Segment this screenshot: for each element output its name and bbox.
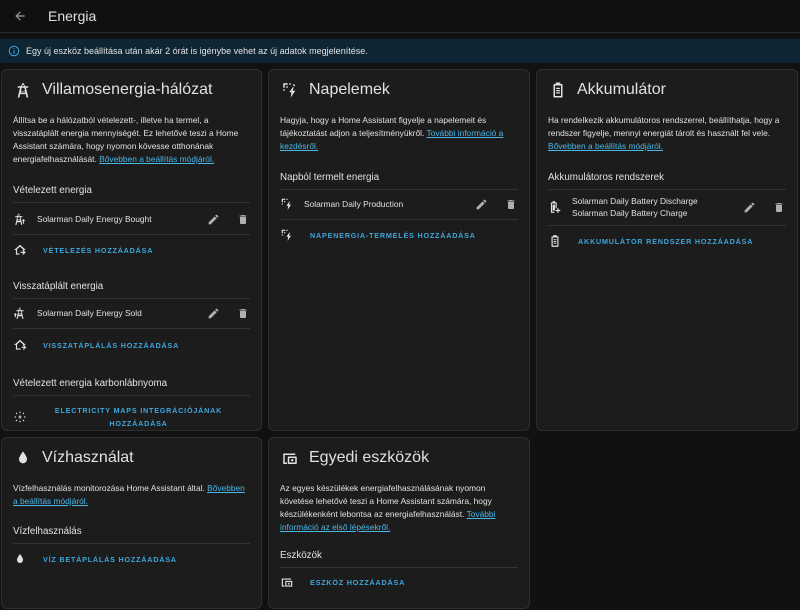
divider [548, 225, 786, 226]
info-icon [8, 45, 20, 57]
water-card: Vízhasználat Vízfelhasználás monitorozás… [1, 437, 262, 609]
grid-return-entity: Solarman Daily Energy Sold [37, 308, 142, 318]
divider [13, 202, 250, 203]
transmission-tower-import-icon [13, 212, 27, 226]
devices-description: Az egyes készülékek energiafelhasználásá… [269, 482, 529, 534]
solar-production-heading: Napból termelt energia [280, 172, 380, 183]
grid-return-row: Solarman Daily Energy Sold [2, 300, 261, 326]
devices-heading: Eszközök [280, 550, 322, 561]
add-device-button[interactable]: ESZKÖZ HOZZÁADÁSA [269, 569, 529, 595]
grid-return-heading: Visszatáplált energia [13, 281, 104, 292]
delete-icon[interactable] [236, 306, 250, 320]
solar-power-icon [280, 197, 294, 211]
devices-description-text: Az egyes készülékek energiafelhasználásá… [280, 483, 492, 519]
add-return-button[interactable]: VISSZATÁPLÁLÁS HOZZÁADÁSA [2, 332, 261, 358]
solar-production-entity: Solarman Daily Production [304, 199, 404, 209]
water-card-title: Vízhasználat [42, 449, 134, 466]
grid-learn-more-link[interactable]: Bővebben a beállítás módjáról. [99, 154, 214, 164]
battery-card: Akkumulátor Ha rendelkezik akkumulátoros… [536, 69, 798, 431]
transmission-tower-export-icon [13, 306, 27, 320]
devices-icon [281, 449, 299, 467]
solar-power-icon [280, 228, 294, 242]
divider [13, 395, 250, 396]
add-battery-label[interactable]: AKKUMULÁTOR RENDSZER HOZZÁADÁSA [578, 237, 753, 246]
add-carbon-label[interactable]: ELECTRICITY MAPS INTEGRÁCIÓJÁNAK HOZZÁAD… [27, 404, 250, 430]
battery-outline-icon [549, 81, 567, 99]
divider [13, 234, 250, 235]
add-battery-button[interactable]: AKKUMULÁTOR RENDSZER HOZZÁADÁSA [537, 228, 797, 254]
water-drop-icon [14, 449, 32, 467]
divider [13, 298, 250, 299]
delete-icon[interactable] [236, 212, 250, 226]
battery-outline-icon [548, 234, 562, 248]
pencil-icon[interactable] [742, 200, 756, 214]
carbon-dots-icon [13, 410, 27, 424]
page-title: Energia [48, 8, 97, 24]
transmission-tower-icon [14, 81, 32, 99]
water-usage-heading: Vízfelhasználás [13, 526, 82, 537]
battery-system-entities: Solarman Daily Battery Discharge Solarma… [572, 195, 726, 219]
home-export-icon [13, 338, 27, 352]
grid-consumption-heading: Vételezett energia [13, 185, 92, 196]
add-consumption-label[interactable]: VÉTELEZÉS HOZZÁADÁSA [43, 246, 153, 255]
water-description: Vízfelhasználás monitorozása Home Assist… [2, 482, 261, 508]
delete-icon[interactable] [772, 200, 786, 214]
battery-charging-icon [548, 200, 562, 214]
grid-consumption-row: Solarman Daily Energy Bought [2, 206, 261, 232]
battery-description: Ha rendelkezik akkumulátoros rendszerrel… [537, 114, 797, 153]
info-banner-text: Egy új eszköz beállítása után akár 2 órá… [26, 46, 368, 56]
pencil-icon[interactable] [474, 197, 488, 211]
add-water-label[interactable]: VÍZ BETÁPLÁLÁS HOZZÁADÁSA [43, 555, 177, 564]
solar-production-row: Solarman Daily Production [269, 191, 529, 217]
divider [280, 567, 518, 568]
divider [280, 219, 518, 220]
carbon-heading: Vételezett energia karbonlábnyoma [13, 378, 168, 389]
solar-power-icon [281, 81, 299, 99]
divider [280, 189, 518, 190]
add-device-label[interactable]: ESZKÖZ HOZZÁADÁSA [310, 578, 405, 587]
solar-description: Hagyja, hogy a Home Assistant figyelje a… [269, 114, 529, 153]
solar-card-title: Napelemek [309, 81, 390, 98]
home-import-icon [13, 243, 27, 257]
add-return-label[interactable]: VISSZATÁPLÁLÁS HOZZÁADÁSA [43, 341, 179, 350]
add-carbon-button[interactable]: ELECTRICITY MAPS INTEGRÁCIÓJÁNAK HOZZÁAD… [2, 404, 261, 430]
grid-description: Állítsa be a hálózatból vételezett-, ill… [2, 114, 261, 166]
add-solar-button[interactable]: NAPENERGIA-TERMELÉS HOZZÁADÁSA [269, 222, 529, 248]
battery-discharge-entity: Solarman Daily Battery Discharge [572, 196, 698, 206]
battery-description-text: Ha rendelkezik akkumulátoros rendszerrel… [548, 115, 780, 138]
water-description-text: Vízfelhasználás monitorozása Home Assist… [13, 483, 205, 493]
battery-learn-more-link[interactable]: Bővebben a beállítás módjáról. [548, 141, 663, 151]
pencil-icon[interactable] [206, 306, 220, 320]
add-consumption-button[interactable]: VÉTELEZÉS HOZZÁADÁSA [2, 237, 261, 263]
water-drop-icon [13, 553, 27, 565]
grid-card-title: Villamosenergia-hálózat [42, 81, 213, 98]
divider [13, 543, 250, 544]
battery-systems-heading: Akkumulátoros rendszerek [548, 172, 664, 183]
info-banner: Egy új eszköz beállítása után akár 2 órá… [0, 39, 800, 63]
add-carbon-label-line1[interactable]: ELECTRICITY MAPS INTEGRÁCIÓJÁNAK [55, 406, 222, 415]
battery-system-row: Solarman Daily Battery Discharge Solarma… [537, 191, 797, 223]
devices-card-title: Egyedi eszközök [309, 449, 430, 466]
top-app-bar: Energia [0, 0, 800, 33]
add-water-button[interactable]: VÍZ BETÁPLÁLÁS HOZZÁADÁSA [2, 546, 261, 572]
devices-card: Egyedi eszközök Az egyes készülékek ener… [268, 437, 530, 609]
devices-icon [280, 575, 294, 589]
battery-card-title: Akkumulátor [577, 81, 666, 98]
back-arrow-icon[interactable] [10, 6, 30, 26]
solar-card: Napelemek Hagyja, hogy a Home Assistant … [268, 69, 530, 431]
battery-charge-entity: Solarman Daily Battery Charge [572, 208, 688, 218]
pencil-icon[interactable] [206, 212, 220, 226]
grid-consumption-entity: Solarman Daily Energy Bought [37, 214, 152, 224]
divider [13, 328, 250, 329]
add-solar-label[interactable]: NAPENERGIA-TERMELÉS HOZZÁADÁSA [310, 231, 476, 240]
delete-icon[interactable] [504, 197, 518, 211]
divider [548, 189, 786, 190]
add-carbon-label-line2[interactable]: HOZZÁADÁSA [109, 419, 167, 428]
grid-card: Villamosenergia-hálózat Állítsa be a hál… [1, 69, 262, 431]
